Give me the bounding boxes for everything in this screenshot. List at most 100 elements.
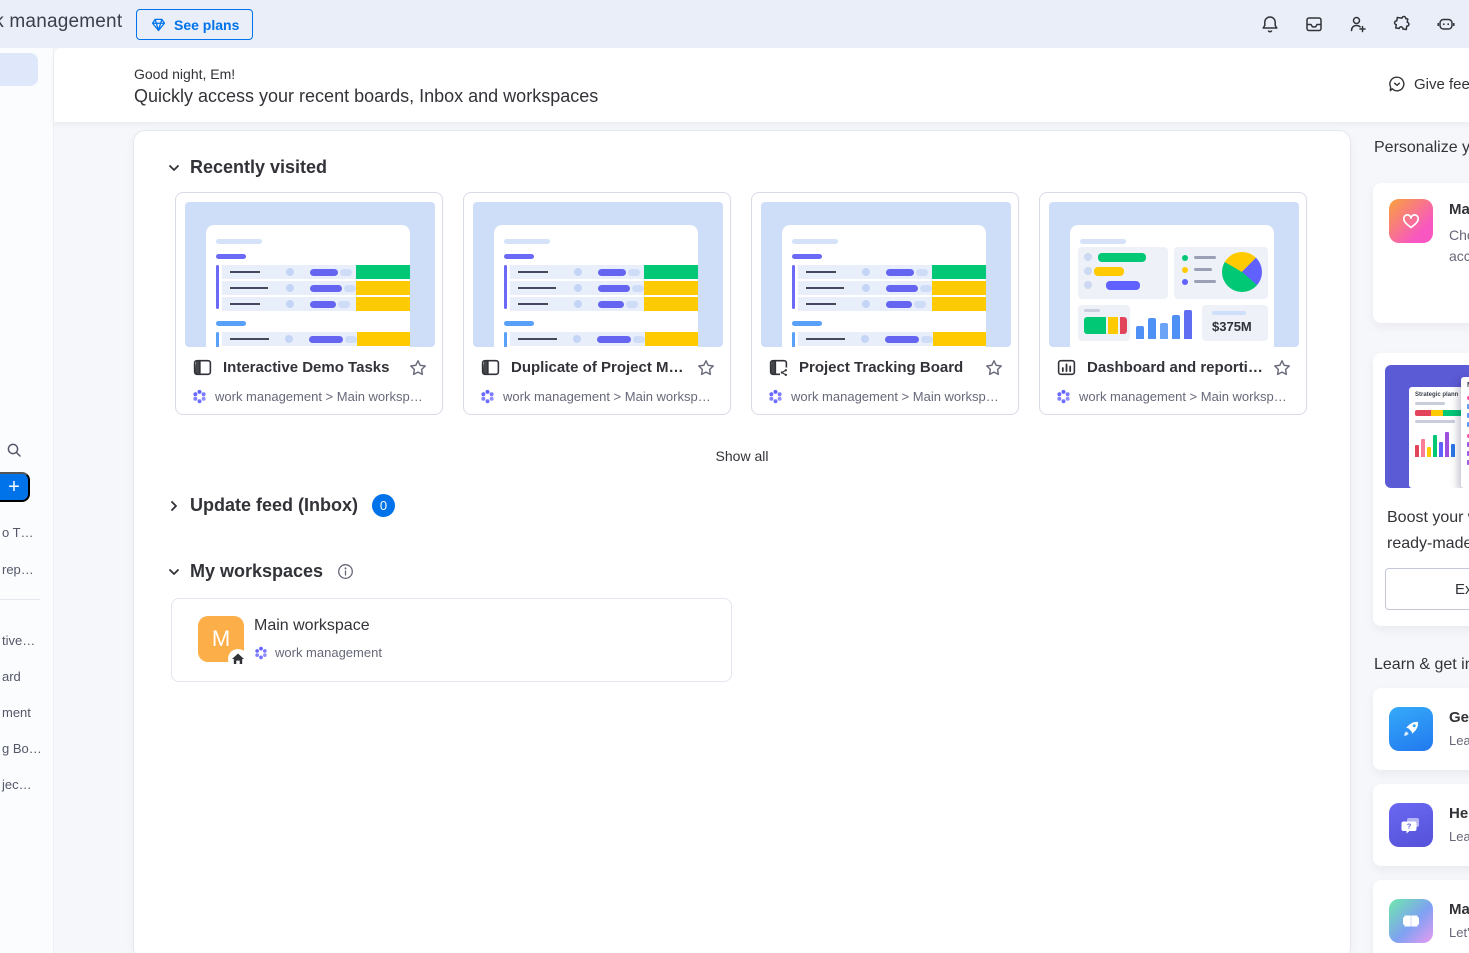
learn-item-help-center[interactable]: ? Help center Learn and get support bbox=[1373, 784, 1469, 866]
battery-widget bbox=[1078, 305, 1130, 341]
learn-item-subtitle: Learn and get support bbox=[1449, 829, 1469, 844]
home-content-card: Recently visited Interactive Demo Tasks … bbox=[133, 130, 1351, 953]
info-icon[interactable] bbox=[337, 563, 354, 580]
show-all-button[interactable]: Show all bbox=[707, 448, 777, 464]
work-management-flower-icon bbox=[480, 389, 495, 404]
see-plans-button[interactable]: See plans bbox=[136, 9, 254, 40]
add-item-button[interactable]: + bbox=[0, 472, 30, 502]
board-card[interactable]: Project Tracking Board work management >… bbox=[751, 192, 1019, 415]
greeting-header: Good night, Em! Quickly access your rece… bbox=[54, 48, 1469, 122]
star-icon[interactable] bbox=[984, 358, 1004, 378]
plus-glyph: + bbox=[8, 475, 20, 498]
chevron-down-icon[interactable] bbox=[166, 564, 182, 580]
board-thumbnail bbox=[185, 202, 435, 347]
feedback-label: Give feedback bbox=[1414, 75, 1469, 93]
metric-value: $375M bbox=[1212, 319, 1252, 334]
sidebar-item[interactable]: g Bo… bbox=[2, 741, 42, 756]
board-card-title: Dashboard and reporti… bbox=[1087, 359, 1262, 376]
sidebar-active-item[interactable] bbox=[0, 53, 38, 86]
work-management-flower-icon bbox=[768, 389, 783, 404]
workspace-product: work management bbox=[275, 645, 382, 660]
monday-home-page: work management See plans bbox=[0, 0, 1469, 953]
sidebar-item[interactable]: tive… bbox=[2, 633, 35, 648]
right-panel: Personalize your experience Make monday … bbox=[1373, 130, 1469, 953]
template-preview-left: Strategic plann bbox=[1409, 387, 1469, 488]
see-plans-label: See plans bbox=[174, 16, 240, 33]
heart-icon bbox=[1389, 199, 1433, 243]
recently-visited-cards: Interactive Demo Tasks work management >… bbox=[175, 192, 1350, 415]
chevron-right-icon[interactable] bbox=[166, 498, 182, 514]
section-title: My workspaces bbox=[190, 561, 324, 581]
top-bar: work management See plans bbox=[0, 0, 1469, 48]
give-feedback-button[interactable]: Give feedback bbox=[1388, 75, 1469, 93]
section-title: Recently visited bbox=[190, 157, 328, 177]
notifications-icon[interactable] bbox=[1260, 14, 1280, 34]
number-widget: $375M bbox=[1202, 305, 1268, 341]
board-card-breadcrumb: work management > Main worksp… bbox=[791, 389, 999, 404]
personalize-card-desc-line2: account bbox=[1449, 248, 1469, 264]
update-feed-header: Update feed (Inbox) 0 bbox=[166, 494, 1350, 517]
board-card-breadcrumb: work management > Main worksp… bbox=[503, 389, 711, 404]
section-title: Update feed (Inbox) bbox=[190, 495, 359, 515]
template-preview-right: Marketing bbox=[1461, 377, 1469, 488]
greeting-subtitle: Quickly access your recent boards, Inbox… bbox=[134, 86, 599, 106]
learn-item-getting-started[interactable]: Getting started Learn how monday.com wor… bbox=[1373, 688, 1469, 770]
ai-assistant-icon[interactable] bbox=[1436, 14, 1456, 34]
board-card[interactable]: Duplicate of Project M… work management … bbox=[463, 192, 731, 415]
templates-text-line2: ready-made templates bbox=[1387, 535, 1469, 552]
workspace-card[interactable]: M Main workspace work management bbox=[171, 598, 732, 682]
search-icon[interactable] bbox=[6, 442, 23, 459]
dashboard-card[interactable]: $375M Dashboard and reporti… work manage… bbox=[1039, 192, 1307, 415]
work-management-flower-icon bbox=[254, 646, 268, 660]
product-logo-text: work management bbox=[0, 11, 123, 32]
sidebar-item[interactable]: jec… bbox=[2, 777, 32, 792]
templates-illustration: Strategic plann Marketing bbox=[1385, 365, 1469, 488]
dashboard-icon bbox=[1056, 357, 1077, 378]
sidebar-item[interactable]: rep… bbox=[2, 562, 34, 577]
board-card-breadcrumb: work management > Main worksp… bbox=[215, 389, 423, 404]
feedback-icon bbox=[1388, 75, 1406, 93]
board-thumbnail bbox=[473, 202, 723, 347]
work-management-flower-icon bbox=[1056, 389, 1071, 404]
star-icon[interactable] bbox=[408, 358, 428, 378]
board-thumbnail bbox=[761, 202, 1011, 347]
sidebar-divider bbox=[0, 599, 40, 600]
learn-item-title: Mastering monday.com bbox=[1449, 901, 1469, 918]
home-badge-icon bbox=[228, 649, 248, 669]
board-card-title: Project Tracking Board bbox=[799, 359, 964, 376]
learn-title: Learn & get inspired bbox=[1374, 656, 1469, 673]
personalize-card-title: Make monday work for you bbox=[1449, 201, 1469, 218]
inbox-icon[interactable] bbox=[1304, 14, 1324, 34]
learn-item-title: Getting started bbox=[1449, 709, 1469, 726]
personalize-card-desc-line1: Choose what to see when you open your bbox=[1449, 227, 1469, 243]
pie-widget bbox=[1174, 247, 1268, 299]
pie-chart bbox=[1222, 252, 1262, 292]
learn-item-title: Help center bbox=[1449, 805, 1469, 822]
svg-text:?: ? bbox=[1407, 822, 1412, 831]
workspace-name: Main workspace bbox=[254, 617, 370, 634]
star-icon[interactable] bbox=[1272, 358, 1292, 378]
bar-chart-widget bbox=[1136, 305, 1196, 341]
inbox-count-badge: 0 bbox=[372, 494, 396, 517]
learn-item-academy[interactable]: Mastering monday.com Let's learn new ski… bbox=[1373, 880, 1469, 953]
rocket-icon bbox=[1389, 707, 1433, 751]
star-icon[interactable] bbox=[696, 358, 716, 378]
templates-card: Strategic plann Marketing bbox=[1373, 353, 1469, 626]
workspace-initial: M bbox=[211, 626, 231, 651]
dashboard-thumbnail: $375M bbox=[1049, 202, 1299, 347]
sidebar-item[interactable]: o T… bbox=[2, 525, 34, 540]
apps-marketplace-icon[interactable] bbox=[1392, 14, 1412, 34]
sidebar-item[interactable]: ment bbox=[2, 705, 31, 720]
chevron-down-icon[interactable] bbox=[166, 160, 182, 176]
board-card-title: Duplicate of Project M… bbox=[511, 359, 684, 376]
topbar-icons bbox=[1260, 14, 1456, 34]
explore-templates-button[interactable]: Explore templates bbox=[1385, 568, 1469, 610]
shareable-board-icon bbox=[768, 357, 789, 378]
board-card[interactable]: Interactive Demo Tasks work management >… bbox=[175, 192, 443, 415]
gantt-widget bbox=[1078, 247, 1168, 299]
gem-icon bbox=[150, 16, 167, 33]
personalize-card[interactable]: Make monday work for you Choose what to … bbox=[1373, 183, 1469, 323]
invite-members-icon[interactable] bbox=[1348, 14, 1368, 34]
learn-item-subtitle: Learn how monday.com works bbox=[1449, 733, 1469, 748]
sidebar-item[interactable]: ard bbox=[2, 669, 21, 684]
